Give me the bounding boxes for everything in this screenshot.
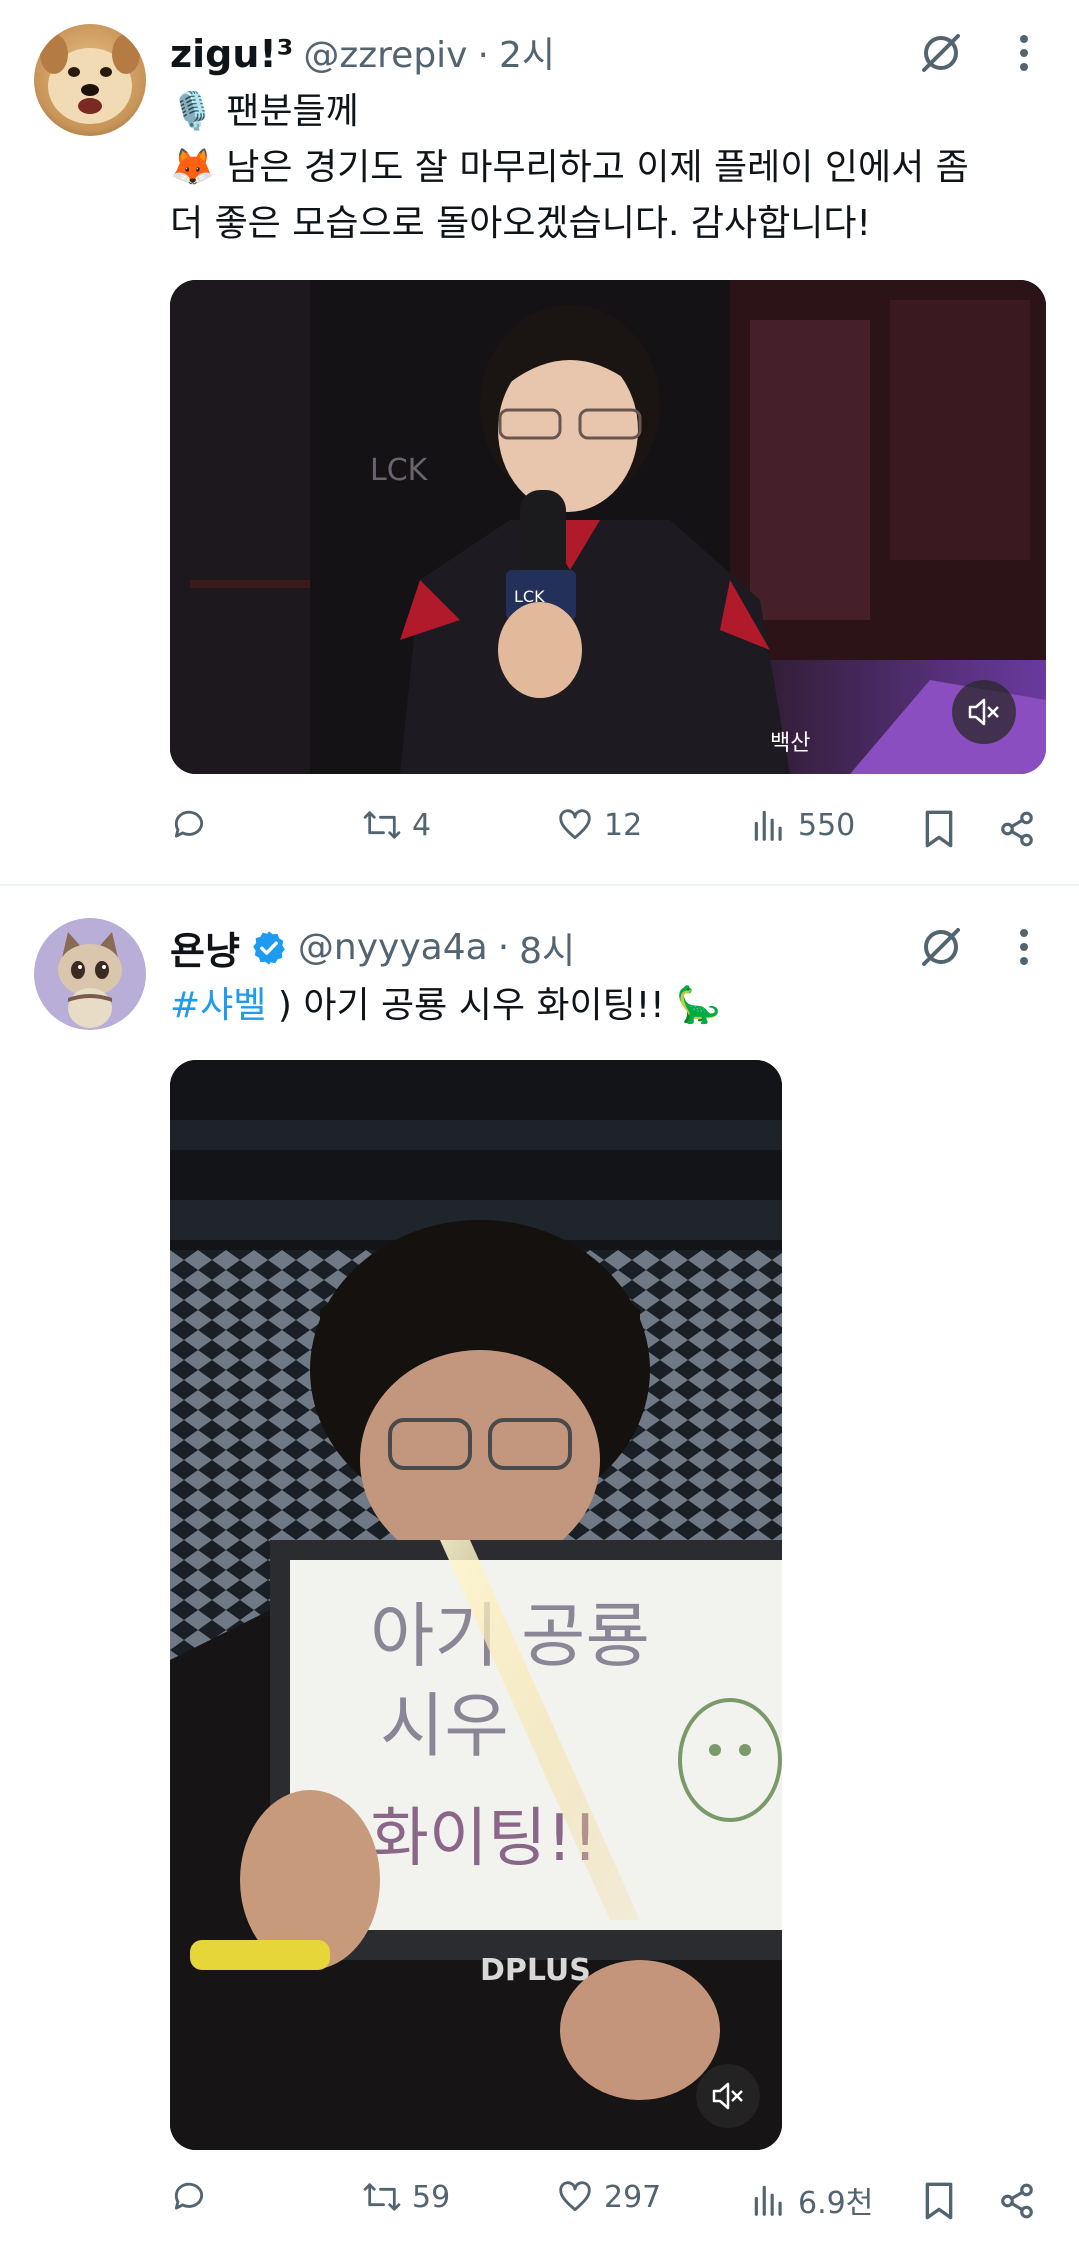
video-player[interactable]: 아기 공룡 시우 화이팅!! DPLUS <box>170 1060 782 2150</box>
tweet-text-line: 더 좋은 모습으로 돌아오겠습니다. 감사합니다! <box>170 203 871 244</box>
reply-icon <box>174 810 204 838</box>
handle[interactable]: @nyyya4a <box>298 927 488 968</box>
meta-separator: · <box>497 927 510 968</box>
video-frame: LCK 백산 LCK <box>170 280 1046 774</box>
mute-icon[interactable] <box>952 680 1016 744</box>
video-player[interactable]: LCK 백산 LCK <box>170 280 1046 774</box>
avatar[interactable] <box>34 24 146 136</box>
views-count: 6.9천 <box>798 2186 874 2221</box>
retweet-count: 59 <box>412 2179 451 2215</box>
tweet-text-body: ) 아기 공룡 시우 화이팅!! 🦕 <box>266 985 721 1026</box>
views-button[interactable]: 6.9천 <box>750 2178 873 2222</box>
views-icon <box>754 2185 782 2216</box>
reply-button[interactable] <box>170 806 218 844</box>
like-count: 12 <box>604 807 643 843</box>
tweet-text-line: 🦊 남은 경기도 잘 마무리하고 이제 플레이 인에서 좀 <box>170 147 969 188</box>
like-icon <box>559 2181 591 2212</box>
hashtag-link[interactable]: #샤벨 <box>170 985 266 1026</box>
tweet-divider <box>0 884 1079 886</box>
like-icon <box>559 809 591 840</box>
retweet-icon <box>363 2183 401 2211</box>
verified-icon <box>250 929 288 967</box>
views-icon <box>754 810 782 841</box>
like-button[interactable]: 297 <box>556 2178 661 2216</box>
sign-text-line: 시우 <box>380 1685 509 1767</box>
jacket-text: 백산 <box>770 731 810 756</box>
bookmark-icon[interactable] <box>916 2178 962 2224</box>
retweet-icon <box>363 811 401 839</box>
avatar[interactable] <box>34 918 146 1030</box>
retweet-count: 4 <box>412 807 432 843</box>
meta-separator: · <box>477 35 489 76</box>
more-icon[interactable] <box>1004 922 1044 972</box>
bookmark-icon[interactable] <box>916 806 962 852</box>
timestamp[interactable]: 2시 <box>499 26 555 78</box>
retweet-button[interactable]: 4 <box>362 806 431 844</box>
video-frame: 아기 공룡 시우 화이팅!! DPLUS <box>170 1060 782 2150</box>
views-count: 550 <box>798 807 856 843</box>
share-icon[interactable] <box>994 806 1040 852</box>
handle[interactable]: @zzrepiv <box>303 35 467 76</box>
reply-icon <box>174 2182 204 2210</box>
like-button[interactable]: 12 <box>556 806 642 844</box>
display-name[interactable]: 욘냥 <box>170 920 240 975</box>
tweet-text-line: 🎙️ 팬분들께 <box>170 91 359 132</box>
tweet-text: #샤벨 ) 아기 공룡 시우 화이팅!! 🦕 <box>170 978 1050 1034</box>
share-icon[interactable] <box>994 2178 1040 2224</box>
board-brand-text: DPLUS <box>480 1953 591 1988</box>
retweet-button[interactable]: 59 <box>362 2178 450 2216</box>
views-button[interactable]: 550 <box>750 806 855 844</box>
grok-icon[interactable] <box>916 28 966 78</box>
display-name[interactable]: zigu!³ <box>170 32 293 76</box>
timestamp[interactable]: 8시 <box>519 922 575 974</box>
tweet-text: 🎙️ 팬분들께 🦊 남은 경기도 잘 마무리하고 이제 플레이 인에서 좀 더 … <box>170 84 1050 252</box>
reply-button[interactable] <box>170 2178 218 2216</box>
stage-logo-text: LCK <box>370 453 429 488</box>
more-icon[interactable] <box>1004 28 1044 78</box>
grok-icon[interactable] <box>916 922 966 972</box>
like-count: 297 <box>604 2179 662 2215</box>
mute-icon[interactable] <box>696 2064 760 2128</box>
